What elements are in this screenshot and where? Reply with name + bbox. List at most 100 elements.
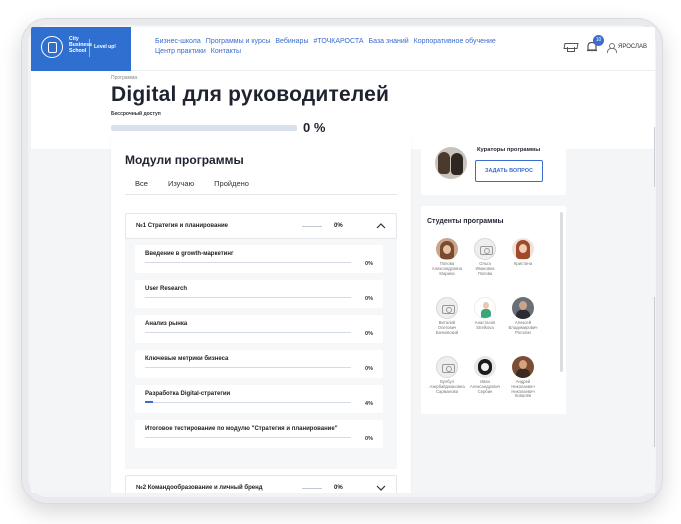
lesson-item[interactable]: User Research 0% [135, 280, 383, 308]
module-1-lessons: Введение в growth-маркетинг 0% User Rese… [125, 239, 397, 469]
curators-avatar [435, 147, 467, 179]
lesson-name: User Research [145, 286, 188, 292]
student-name: Булбул Азербайджановна Сарманова [429, 379, 465, 394]
modules-title: Модули программы [125, 153, 244, 167]
site-header: City Business School Level up! Бизнес-шк… [31, 27, 655, 71]
module-2-label: №2 Командообразование и личный бренд [136, 485, 263, 491]
lesson-progress-track [145, 367, 351, 368]
user-icon [607, 42, 618, 53]
user-name: ЯРОСЛАВ [618, 44, 647, 50]
tabs-divider [125, 194, 397, 195]
student-avatar [474, 297, 496, 319]
modules-panel: Модули программы Все Изучаю Пройдено №1 … [111, 135, 411, 493]
student-name: Ольга Ивановна Попова [475, 261, 495, 276]
students-scrollbar[interactable] [560, 212, 563, 372]
lesson-percent: 0% [365, 331, 373, 337]
module-1-percent: 0% [334, 223, 343, 229]
browser-screen: City Business School Level up! Бизнес-шк… [31, 27, 655, 493]
nav-programs[interactable]: Программы и курсы [206, 37, 271, 47]
student-item[interactable]: Иван Александрович Сербин [467, 356, 503, 394]
user-menu[interactable]: ЯРОСЛАВ [607, 42, 647, 53]
module-1-header[interactable]: №1 Стратегия и планирование 0% [125, 213, 397, 239]
student-avatar [474, 238, 496, 260]
chevron-up-icon[interactable] [376, 221, 386, 231]
tab-all[interactable]: Все [125, 179, 158, 195]
lesson-item[interactable]: Итоговое тестирование по модулю "Стратег… [135, 420, 383, 448]
student-item[interactable]: Алексей Владимирович Роголин [505, 297, 541, 335]
lesson-progress-fill [145, 401, 154, 403]
student-item[interactable]: Ольга Ивановна Попова [467, 238, 503, 276]
student-name: Андрей Николаевич Николаевич Ковалёв [511, 379, 535, 399]
tab-studying[interactable]: Изучаю [158, 179, 204, 195]
module-1-progress [302, 226, 322, 227]
student-avatar [436, 297, 458, 319]
header-actions: 10 ЯРОСЛАВ [563, 35, 647, 54]
notification-badge: 10 [593, 35, 605, 46]
student-item[interactable]: Анастасия Strelkova [467, 297, 503, 331]
nav-corporate[interactable]: Корпоративное обучение [414, 37, 496, 47]
nav-tochkarosta[interactable]: #ТОЧКАРОСТА [313, 37, 363, 47]
student-avatar [474, 356, 496, 378]
curators-card: Кураторы программы ЗАДАТЬ ВОПРОС [421, 135, 566, 195]
page-scrollbar-track[interactable] [654, 127, 655, 187]
breadcrumb[interactable]: Программа [111, 75, 137, 81]
page-scrollbar-thumb[interactable] [654, 297, 655, 447]
level-up-label: Level up! [94, 44, 116, 50]
student-item[interactable]: Кристина [505, 238, 541, 267]
modules-tabs: Все Изучаю Пройдено [125, 179, 259, 195]
main-nav: Бизнес-школа Программы и курсы Вебинары #ТО… [155, 37, 555, 57]
lesson-progress-track [145, 332, 351, 333]
lesson-progress-track [145, 262, 351, 263]
school-seal-icon [41, 36, 63, 58]
student-avatar [512, 356, 534, 378]
nav-knowledge-base[interactable]: База знаний [369, 37, 409, 47]
program-progress-bar [111, 125, 297, 131]
student-item[interactable]: Виталий Олегович Бачковский [429, 297, 465, 335]
brand-logo[interactable]: City Business School Level up! [31, 27, 131, 71]
students-card: Студенты программы Попова Александровна … [421, 206, 566, 414]
student-avatar [512, 238, 534, 260]
module-1-label: №1 Стратегия и планирование [136, 223, 228, 229]
lesson-percent: 0% [365, 436, 373, 442]
program-progress-percent: 0 % [303, 120, 326, 135]
student-name: Виталий Олегович Бачковский [435, 320, 459, 335]
screenshot-stage: City Business School Level up! Бизнес-шк… [0, 0, 681, 524]
student-name: Попова Александровна Марина [431, 261, 463, 276]
student-avatar [436, 356, 458, 378]
student-item[interactable]: Андрей Николаевич Николаевич Ковалёв [505, 356, 541, 399]
nav-business-school[interactable]: Бизнес-школа [155, 37, 201, 47]
page-title: Digital для руководителей [111, 83, 390, 106]
students-title: Студенты программы [427, 218, 504, 225]
nav-practice-center[interactable]: Центр практики [155, 47, 206, 57]
curators-title: Кураторы программы [477, 147, 541, 153]
logo-divider [89, 39, 90, 57]
lesson-name: Анализ рынка [145, 321, 188, 327]
student-avatar [512, 297, 534, 319]
graduation-cap-icon[interactable] [563, 42, 577, 52]
student-name: Кристина [513, 261, 533, 266]
tab-completed[interactable]: Пройдено [204, 179, 259, 195]
student-name: Иван Александрович Сербин [469, 379, 501, 394]
access-label: Бессрочный доступ [111, 111, 161, 117]
lesson-percent: 0% [365, 261, 373, 267]
student-item[interactable]: Булбул Азербайджановна Сарманова [429, 356, 465, 394]
lesson-item[interactable]: Ключевые метрики бизнеса 0% [135, 350, 383, 378]
lesson-item[interactable]: Разработка Digital-стратегии 4% [135, 385, 383, 413]
student-item[interactable]: Попова Александровна Марина [429, 238, 465, 276]
lesson-progress-track [145, 437, 351, 438]
ask-question-button[interactable]: ЗАДАТЬ ВОПРОС [475, 160, 543, 182]
lesson-item[interactable]: Анализ рынка 0% [135, 315, 383, 343]
notifications-button[interactable]: 10 [585, 35, 605, 54]
lesson-name: Итоговое тестирование по модулю "Стратег… [145, 426, 338, 432]
student-name: Алексей Владимирович Роголин [508, 320, 538, 335]
nav-contacts[interactable]: Контакты [211, 47, 241, 57]
nav-webinars[interactable]: Вебинары [275, 37, 308, 47]
lesson-progress-track [145, 402, 351, 403]
lesson-percent: 0% [365, 296, 373, 302]
lesson-item[interactable]: Введение в growth-маркетинг 0% [135, 245, 383, 273]
student-name: Анастасия Strelkova [474, 320, 496, 330]
module-2-progress [302, 488, 322, 489]
lesson-percent: 4% [365, 401, 373, 407]
chevron-down-icon[interactable] [376, 483, 386, 493]
module-2-header[interactable]: №2 Командообразование и личный бренд 0% [125, 475, 397, 493]
